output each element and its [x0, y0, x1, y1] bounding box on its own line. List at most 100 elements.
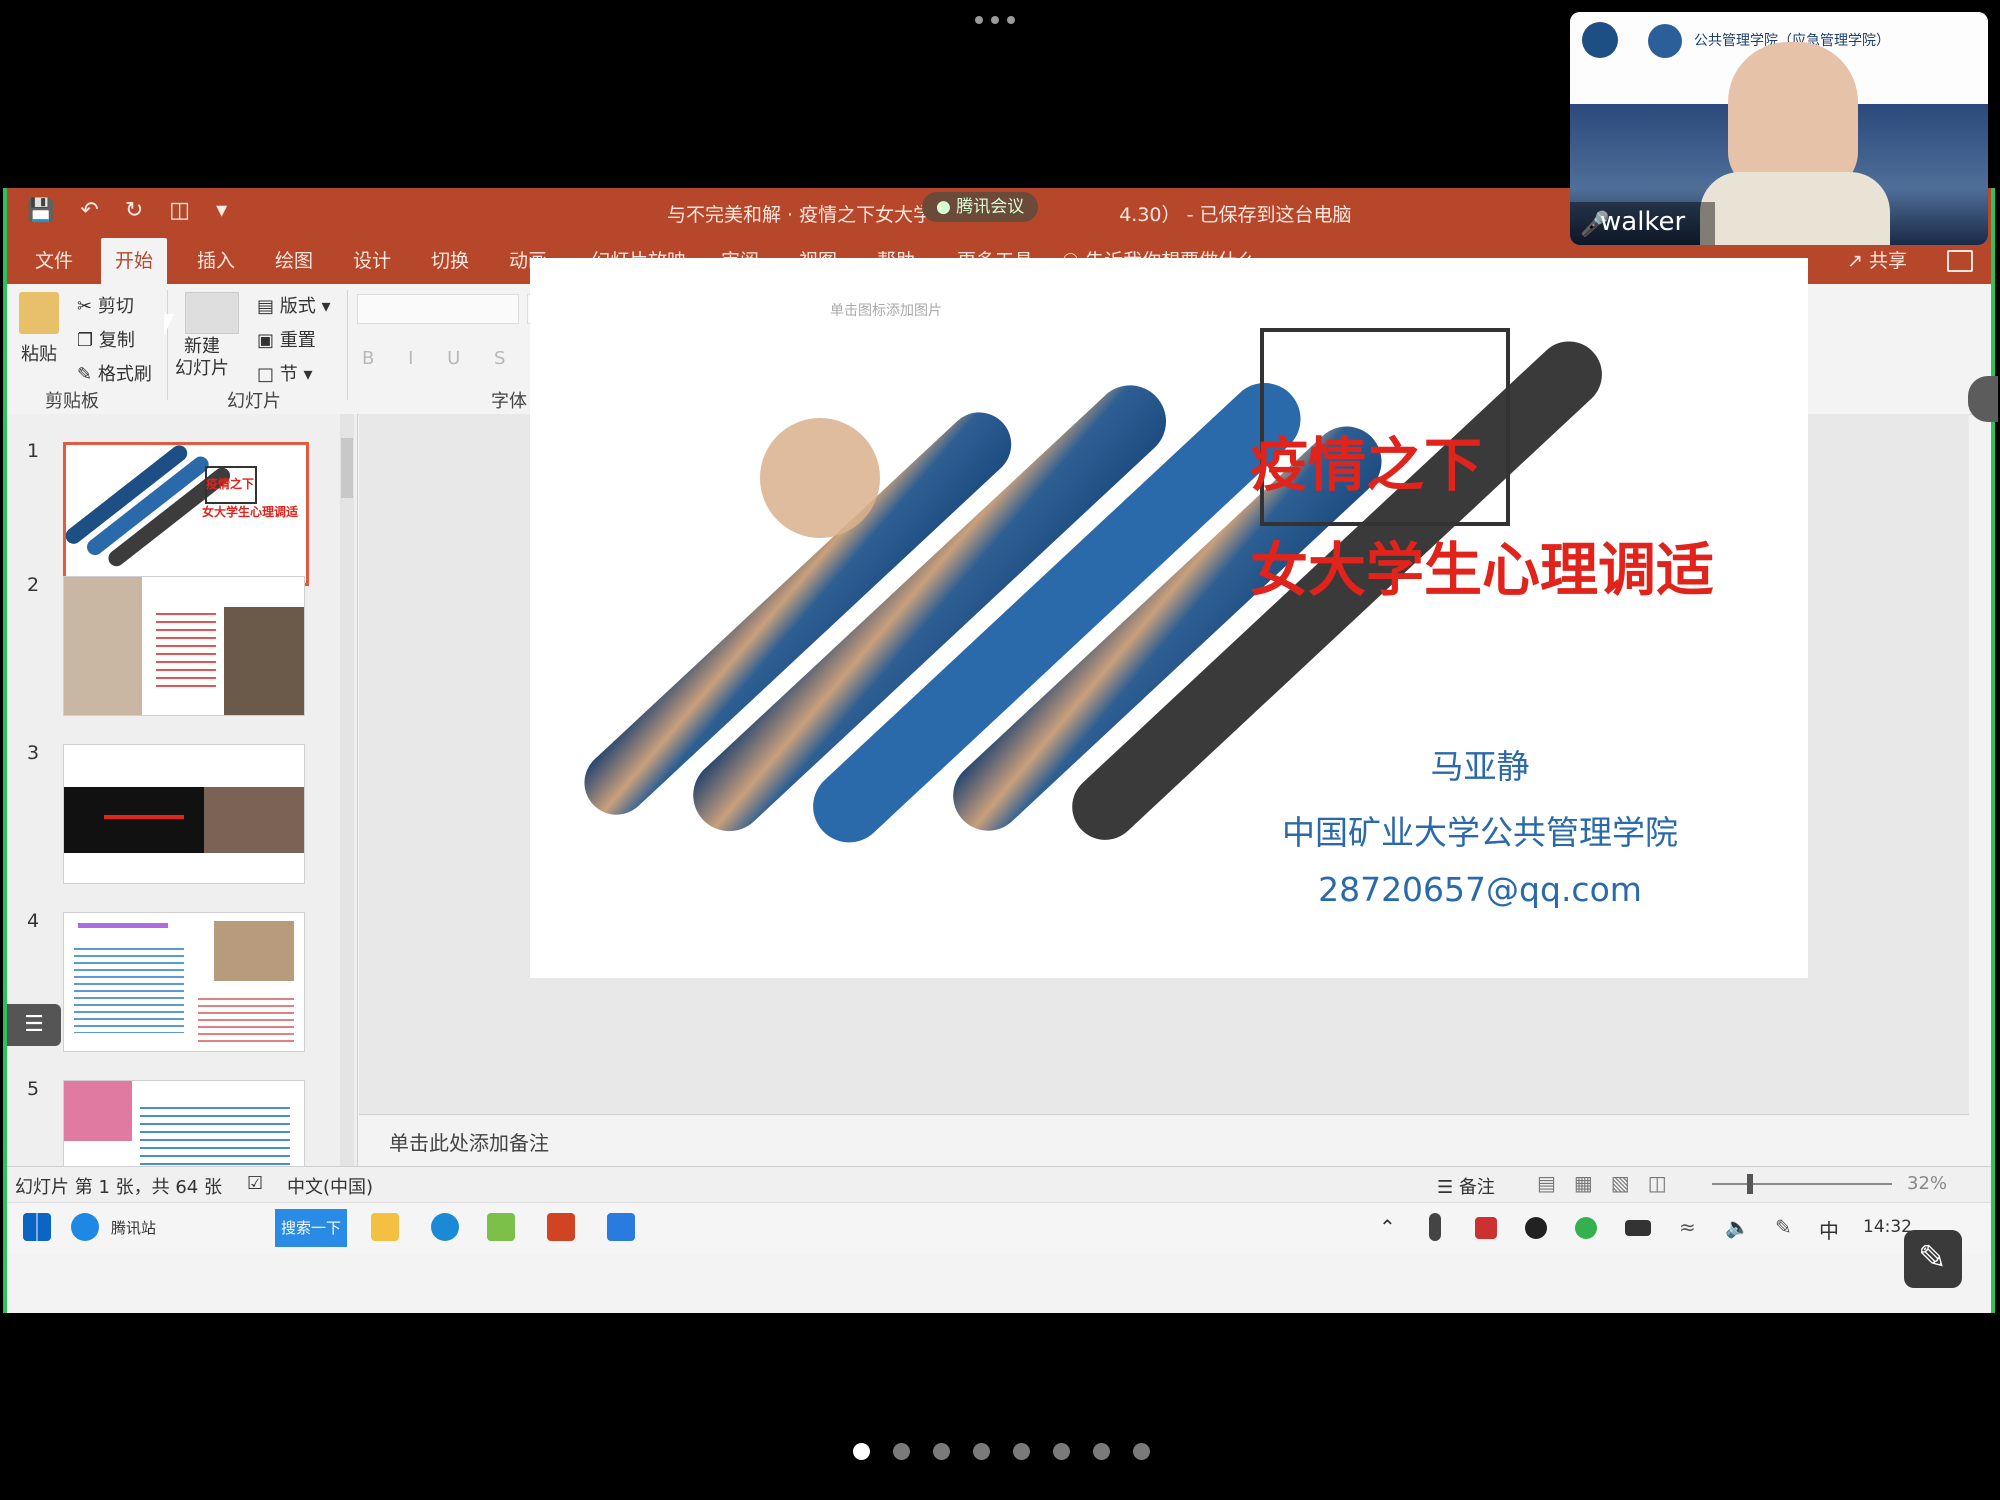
tray-app-icon[interactable] — [1475, 1217, 1497, 1239]
tab-insert[interactable]: 插入 — [183, 238, 249, 284]
thumb-text-lines — [156, 607, 216, 687]
page-indicator[interactable] — [853, 1443, 1150, 1460]
share-icon: ↗ — [1847, 250, 1863, 272]
thumb-photo — [224, 607, 304, 715]
app-icon[interactable] — [607, 1213, 635, 1241]
thumb-red-line — [104, 815, 184, 819]
file-explorer-icon[interactable] — [371, 1213, 399, 1241]
school-logo-icon — [1648, 24, 1682, 58]
ie-browser-icon[interactable] — [71, 1213, 99, 1241]
reset-button[interactable]: ▣ 重置 — [257, 326, 316, 352]
zoom-slider[interactable] — [1712, 1183, 1892, 1185]
thumb-number: 5 — [27, 1078, 40, 1100]
slide-thumbnail-4[interactable] — [63, 912, 305, 1052]
slide-title[interactable]: 疫情之下 — [1250, 418, 1482, 502]
layout-button[interactable]: ▤ 版式 ▾ — [257, 292, 331, 318]
page-dot[interactable] — [933, 1443, 950, 1460]
ime-indicator[interactable]: 中 — [1819, 1215, 1839, 1244]
paste-icon[interactable] — [19, 292, 59, 334]
page-dot[interactable] — [1053, 1443, 1070, 1460]
notes-toggle-button[interactable]: ☰ 备注 — [1437, 1173, 1495, 1199]
thumbnail-scrollbar[interactable] — [340, 414, 354, 1194]
zoom-level[interactable]: 32% — [1907, 1173, 1947, 1194]
format-painter-button[interactable]: ✎ 格式刷 — [77, 360, 152, 386]
pen-icon[interactable]: ✎ — [1775, 1215, 1792, 1239]
tab-draw[interactable]: 绘图 — [261, 238, 327, 284]
thumb-photo — [64, 1081, 132, 1141]
browser-window-label[interactable]: 腾讯站 — [111, 1217, 156, 1238]
page-dot[interactable] — [1013, 1443, 1030, 1460]
slide-subtitle[interactable]: 女大学生心理调适 — [1250, 523, 1714, 607]
annotate-pen-button[interactable]: ✎ — [1904, 1230, 1962, 1288]
view-buttons[interactable]: ▤▦▧◫ — [1537, 1171, 1685, 1195]
start-slideshow-icon[interactable]: ◫ — [169, 198, 190, 223]
comments-icon[interactable] — [1947, 250, 1973, 272]
thumb1-subtitle: 女大学生心理调适 — [202, 505, 299, 519]
slide-thumbnail-3[interactable] — [63, 744, 305, 884]
notes-pane[interactable]: 单击此处添加备注 — [359, 1114, 1969, 1167]
scrollbar-thumb[interactable] — [341, 438, 353, 498]
slide-thumbnails-pane[interactable]: 1 疫情之下 女大学生心理调适 2 3 4 5 ☰ — [7, 414, 358, 1194]
language-indicator[interactable]: 中文(中国) — [287, 1173, 373, 1199]
undo-icon[interactable]: ↶ — [80, 198, 98, 223]
font-name-dropdown[interactable] — [357, 294, 519, 324]
thumb-number: 4 — [27, 910, 40, 932]
save-icon[interactable]: 💾 — [27, 198, 54, 223]
tab-home[interactable]: 开始 — [101, 238, 168, 284]
cut-button[interactable]: ✂ 剪切 — [77, 292, 134, 318]
paste-button[interactable]: 粘贴 — [21, 340, 57, 366]
mouse-cursor-icon — [164, 314, 184, 336]
thumb-photo — [64, 577, 142, 715]
page-dot[interactable] — [973, 1443, 990, 1460]
divider — [347, 290, 348, 400]
tab-file[interactable]: 文件 — [21, 238, 87, 284]
windows-start-icon[interactable] — [23, 1213, 51, 1241]
app-icon[interactable] — [487, 1213, 515, 1241]
face-photo — [760, 418, 880, 538]
customize-qat-icon[interactable]: ▾ — [216, 198, 227, 223]
section-button[interactable]: □ 节 ▾ — [257, 360, 313, 386]
participant-shoulders — [1700, 172, 1890, 245]
tab-design[interactable]: 设计 — [339, 238, 405, 284]
volume-icon[interactable]: 🔈 — [1725, 1215, 1750, 1239]
page-dot[interactable] — [1133, 1443, 1150, 1460]
participant-video[interactable]: 公共管理学院（应急管理学院） 🎤 walker — [1570, 12, 1988, 245]
author-name[interactable]: 马亚静 — [1230, 740, 1730, 788]
copy-button[interactable]: ❐ 复制 — [77, 326, 135, 352]
chevron-up-icon[interactable]: ⌃ — [1379, 1215, 1396, 1239]
author-affiliation[interactable]: 中国矿业大学公共管理学院 — [1230, 806, 1730, 854]
powerpoint-taskbar-icon[interactable] — [547, 1213, 575, 1241]
chevron-left-icon[interactable] — [1968, 376, 1998, 422]
format-painter-label: 格式刷 — [97, 364, 152, 385]
zoom-slider-thumb[interactable] — [1747, 1174, 1753, 1194]
wifi-icon[interactable]: ≈ — [1679, 1215, 1696, 1239]
tray-app-icon[interactable] — [1575, 1217, 1597, 1239]
current-slide[interactable]: 单击图标添加图片 疫情之下 女大学生心理调适 马亚静 中国矿业大学公共管理学院 … — [530, 258, 1808, 978]
slide-thumbnail-1[interactable]: 疫情之下 女大学生心理调适 — [63, 442, 309, 586]
qq-icon[interactable] — [1525, 1217, 1547, 1239]
page-dot[interactable] — [853, 1443, 870, 1460]
thumb1-title: 疫情之下 — [206, 477, 255, 491]
divider — [167, 290, 168, 400]
slide-thumbnail-2[interactable] — [63, 576, 305, 716]
tab-transitions[interactable]: 切换 — [417, 238, 483, 284]
share-label: 共享 — [1868, 250, 1907, 272]
page-dot[interactable] — [893, 1443, 910, 1460]
new-slide-button[interactable]: 新建 幻灯片 — [175, 336, 229, 380]
edge-browser-icon[interactable] — [431, 1213, 459, 1241]
new-slide-icon[interactable] — [185, 292, 239, 334]
meeting-indicator[interactable]: ● 腾讯会议 — [922, 192, 1039, 222]
microphone-icon[interactable] — [1429, 1213, 1441, 1241]
battery-icon[interactable] — [1625, 1220, 1651, 1236]
participant-face — [1728, 42, 1858, 192]
page-dot[interactable] — [1093, 1443, 1110, 1460]
redo-icon[interactable]: ↻ — [125, 198, 143, 223]
thumb-number: 2 — [27, 574, 40, 596]
search-box[interactable]: 搜索一下 — [275, 1209, 347, 1247]
more-options-icon[interactable] — [975, 16, 1025, 30]
document-title-text: 与不完美和解 · 疫情之下女大学 — [667, 204, 933, 226]
participant-name: walker — [1600, 207, 1686, 237]
outline-view-icon[interactable]: ☰ — [7, 1004, 61, 1046]
author-email[interactable]: 28720657@qq.com — [1230, 870, 1730, 909]
spellcheck-icon[interactable]: ☑ — [247, 1173, 263, 1194]
